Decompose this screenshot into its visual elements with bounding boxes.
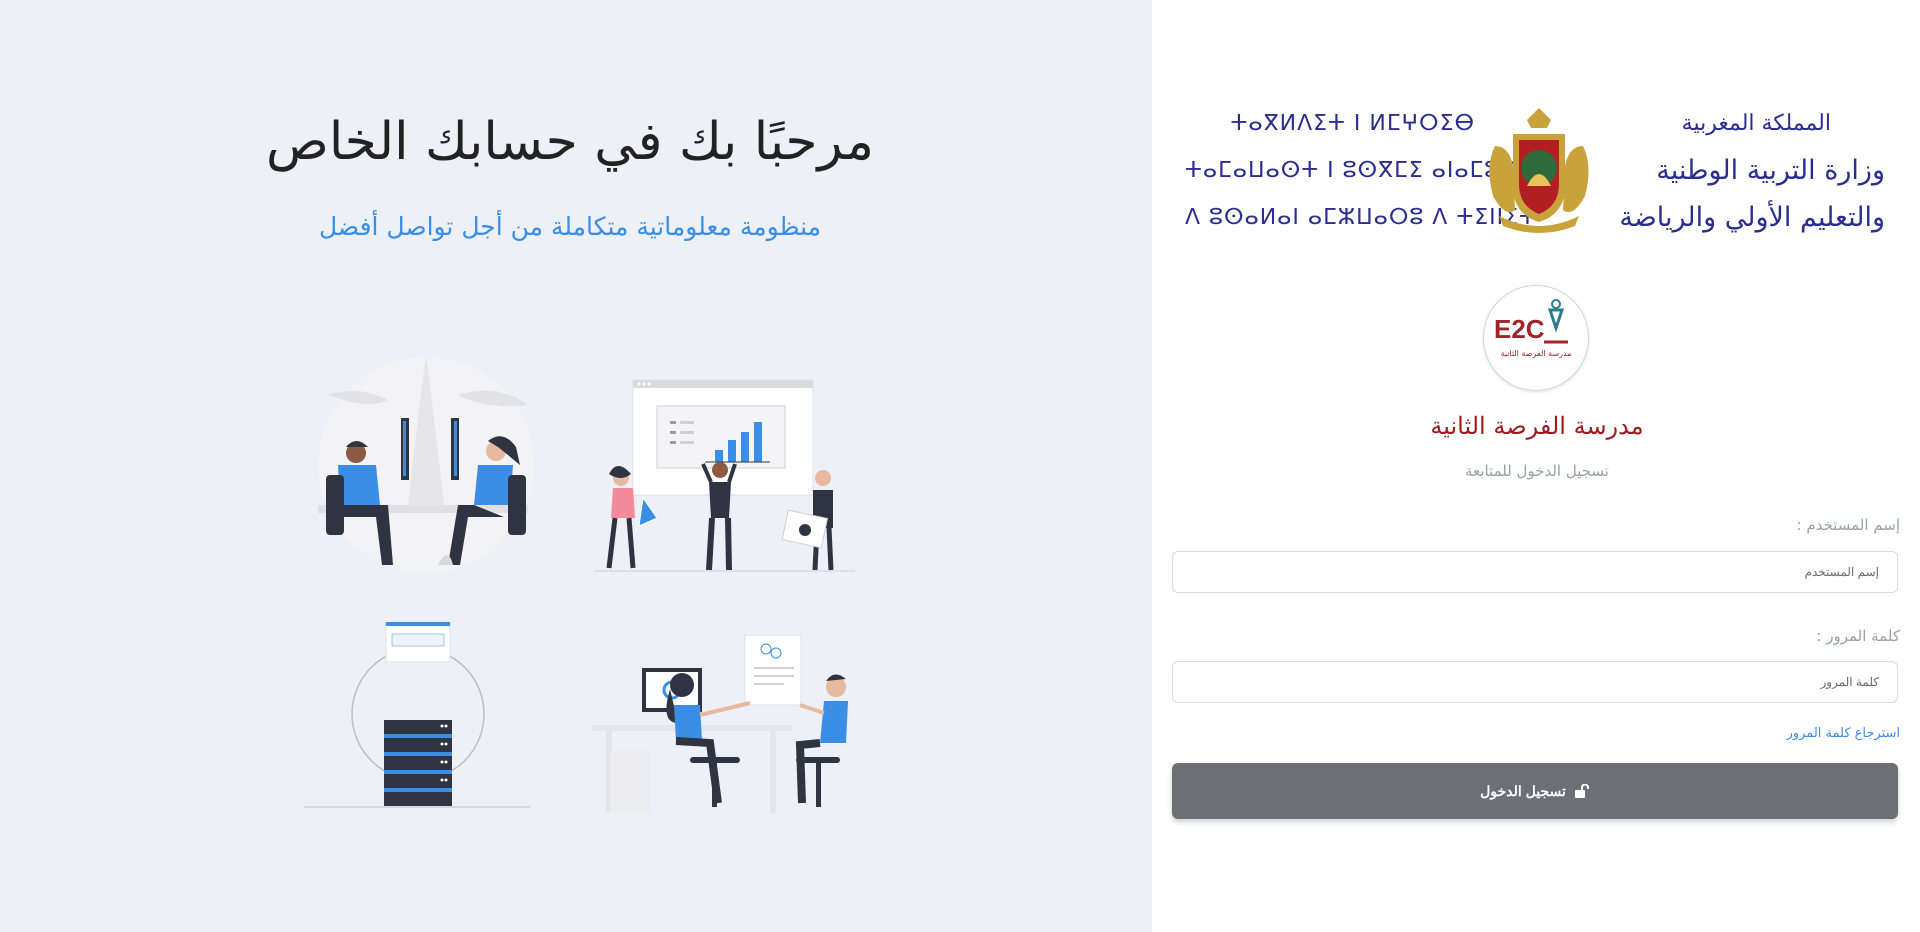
username-label: إسم المستخدم : bbox=[1796, 516, 1900, 534]
welcome-title: مرحبًا بك في حسابك الخاص bbox=[265, 112, 875, 172]
password-placeholder: كلمة المرور bbox=[1820, 675, 1879, 689]
password-label: كلمة المرور : bbox=[1816, 627, 1900, 645]
welcome-subtitle: منظومة معلوماتية متكاملة من أجل تواصل أف… bbox=[318, 212, 822, 241]
login-button[interactable]: تسجيل الدخول bbox=[1172, 763, 1898, 819]
tifinagh-line: ⴷ ⵓⵙⴰⵍⴰⵏ ⴰⵎⵣⵡⴰⵔⵓ ⴷ ⵜⵉⵏⵏⵉⵜ bbox=[1185, 205, 1537, 230]
school-logo: E2C مدرسة الفرصة الثانية bbox=[1483, 285, 1589, 391]
login-subtitle: تسجيل الدخول للمتابعة bbox=[1465, 462, 1609, 480]
presentation-chart-illustration bbox=[595, 379, 855, 572]
team-working-illustration bbox=[318, 355, 534, 573]
ministry-header: ⵜⴰⴳⵍⴷⵉⵜ ⵏ ⵍⵎⵖⵔⵉⴱ ⵜⴰⵎⴰⵡⴰⵙⵜ ⵏ ⵓⵙⴳⵎⵉ ⴰⵏⴰⵎⵓⵔ… bbox=[1185, 100, 1885, 240]
e2c-logo-icon: E2C مدرسة الفرصة الثانية bbox=[1494, 299, 1572, 358]
username-placeholder: إسم المستخدم bbox=[1804, 565, 1879, 579]
username-input[interactable]: إسم المستخدم bbox=[1172, 551, 1898, 593]
svg-text:E2C: E2C bbox=[1494, 314, 1545, 344]
server-illustration bbox=[304, 622, 530, 808]
desk-collaboration-illustration bbox=[592, 634, 848, 813]
password-input[interactable]: كلمة المرور bbox=[1172, 661, 1898, 703]
arabic-line: وزارة التربية الوطنية bbox=[1656, 155, 1885, 186]
svg-text:مدرسة الفرصة الثانية: مدرسة الفرصة الثانية bbox=[1500, 349, 1571, 358]
tifinagh-line: ⵜⴰⵎⴰⵡⴰⵙⵜ ⵏ ⵓⵙⴳⵎⵉ ⴰⵏⴰⵎⵓⵔ bbox=[1185, 158, 1520, 183]
unlock-icon bbox=[1574, 784, 1589, 798]
school-name: مدرسة الفرصة الثانية bbox=[1430, 412, 1644, 440]
arabic-line: المملكة المغربية bbox=[1681, 111, 1831, 136]
moroccan-coat-of-arms-icon bbox=[1489, 108, 1589, 233]
recover-password-link[interactable]: استرجاع كلمة المرور bbox=[1787, 726, 1900, 741]
tifinagh-line: ⵜⴰⴳⵍⴷⵉⵜ ⵏ ⵍⵎⵖⵔⵉⴱ bbox=[1230, 111, 1475, 136]
ministry-name-tifinagh: ⵜⴰⴳⵍⴷⵉⵜ ⵏ ⵍⵎⵖⵔⵉⴱ ⵜⴰⵎⴰⵡⴰⵙⵜ ⵏ ⵓⵙⴳⵎⵉ ⴰⵏⴰⵎⵓⵔ… bbox=[1185, 100, 1537, 241]
arabic-line: والتعليم الأولي والرياضة bbox=[1619, 202, 1885, 233]
login-button-label: تسجيل الدخول bbox=[1480, 782, 1566, 799]
ministry-name-arabic: المملكة المغربية وزارة التربية الوطنية و… bbox=[1605, 100, 1885, 241]
